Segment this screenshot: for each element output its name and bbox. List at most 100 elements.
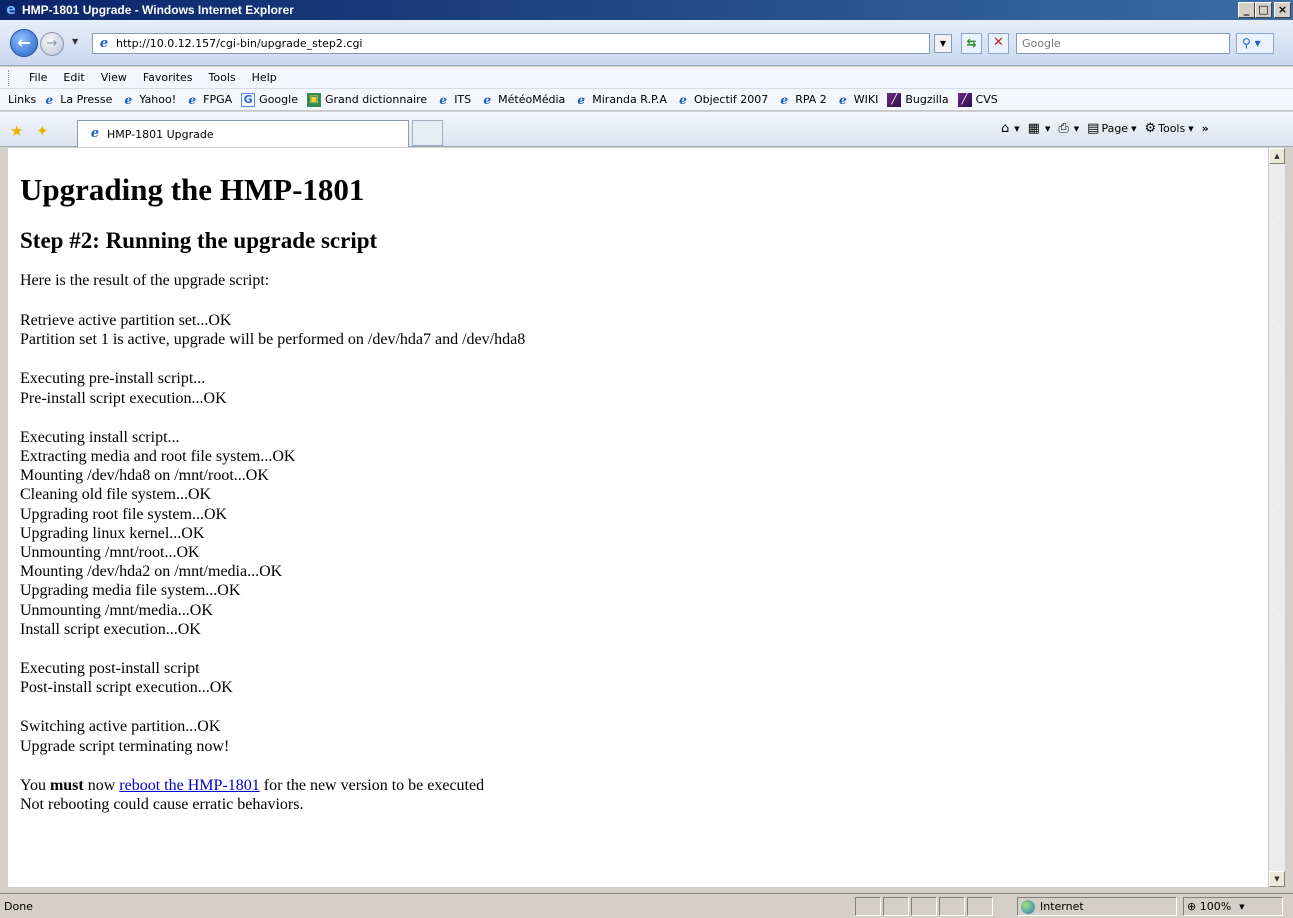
home-button[interactable]: ⌂ ▼ (1001, 121, 1020, 136)
window-controls: _ □ × (1238, 2, 1291, 18)
minimize-button[interactable]: _ (1238, 2, 1255, 18)
link-meteomedia[interactable]: e MétéoMédia (480, 93, 565, 107)
ie-page-icon: e (124, 92, 133, 107)
text-you: You (20, 776, 46, 794)
status-bar: Done Internet ⊕ 100% ▼ (0, 893, 1293, 918)
zoom-control[interactable]: ⊕ 100% ▼ (1183, 897, 1283, 916)
text-now: now (87, 776, 116, 794)
link-bugzilla[interactable]: ╱ Bugzilla (887, 92, 949, 107)
forward-button[interactable]: → (40, 32, 64, 56)
output-line: Executing install script... (20, 428, 180, 446)
add-favorite-icon[interactable]: ✦ (36, 122, 49, 140)
ie-page-icon: e (838, 92, 847, 107)
links-label: Links (8, 93, 37, 106)
zoom-dropdown-icon: ▼ (1239, 902, 1245, 911)
search-input[interactable]: Google (1016, 33, 1230, 54)
link-grand-dictionnaire[interactable]: ▣ Grand dictionnaire (306, 92, 428, 107)
feeds-button[interactable]: ▦ ▼ (1028, 121, 1051, 136)
back-button[interactable]: ← (10, 29, 38, 57)
menu-help[interactable]: Help (244, 71, 285, 84)
page-content: Upgrading the HMP-1801 Step #2: Running … (8, 148, 1268, 887)
link-rpa-2[interactable]: e RPA 2 (777, 92, 826, 107)
status-panels (855, 897, 995, 916)
page-menu-button[interactable]: ▤ Page ▼ (1087, 121, 1136, 136)
address-url[interactable]: http://10.0.12.157/cgi-bin/upgrade_step2… (116, 37, 362, 50)
menu-view[interactable]: View (93, 71, 135, 84)
output-line: Executing pre-install script... (20, 370, 206, 388)
stop-button[interactable]: ✕ (988, 33, 1009, 54)
link-label: CVS (975, 93, 998, 106)
new-tab-button[interactable] (412, 120, 443, 146)
menu-bar: File Edit View Favorites Tools Help (0, 67, 1293, 89)
output-line: Switching active partition...OK (20, 718, 221, 736)
menu-favorites[interactable]: Favorites (135, 71, 201, 84)
output-line: Upgrading linux kernel...OK (20, 524, 205, 542)
ie-page-icon: e (780, 92, 789, 107)
menu-edit[interactable]: Edit (55, 71, 92, 84)
address-bar[interactable]: e http://10.0.12.157/cgi-bin/upgrade_ste… (92, 33, 930, 54)
page-icon: e (99, 35, 109, 51)
link-label: Bugzilla (905, 93, 949, 106)
text-rest: for the new version to be executed (263, 776, 485, 794)
more-commands-button[interactable]: » (1202, 122, 1209, 135)
output-block: Executing post-install script Post-instal… (20, 659, 1256, 697)
status-panel (967, 897, 993, 916)
link-google[interactable]: G Google (241, 92, 298, 107)
link-label: Yahoo! (139, 93, 177, 106)
home-icon: ⌂ (1001, 121, 1010, 136)
security-zone[interactable]: Internet (1017, 897, 1177, 916)
link-cvs[interactable]: ╱ CVS (957, 92, 998, 107)
ie-page-icon: e (577, 92, 586, 107)
close-button[interactable]: × (1274, 2, 1291, 18)
output-line: Retrieve active partition set...OK (20, 312, 232, 329)
link-label: Grand dictionnaire (324, 93, 428, 106)
link-yahoo[interactable]: e Yahoo! (121, 92, 177, 107)
link-label: Miranda R.P.A (592, 93, 667, 106)
ie-page-icon: e (483, 92, 491, 107)
menu-file[interactable]: File (21, 71, 55, 84)
output-line: Cleaning old file system...OK (20, 486, 212, 504)
menu-tools[interactable]: Tools (201, 71, 244, 84)
rss-icon: ▦ (1027, 121, 1040, 136)
address-dropdown-button[interactable]: ▼ (934, 34, 952, 53)
ie-logo-icon: e (6, 2, 16, 18)
output-line: Install script execution...OK (20, 620, 201, 638)
tab-hmp-1801-upgrade[interactable]: e HMP-1801 Upgrade (77, 120, 409, 147)
link-its[interactable]: e ITS (436, 93, 471, 107)
refresh-button[interactable]: ⇆ (961, 33, 982, 54)
recent-pages-dropdown[interactable]: ▼ (72, 37, 78, 46)
output-line: Upgrading media file system...OK (20, 582, 241, 600)
vertical-scrollbar[interactable]: ▲ ▼ (1268, 148, 1285, 887)
link-label: MétéoMédia (498, 93, 566, 106)
output-line: Unmounting /mnt/media...OK (20, 601, 213, 619)
output-line: Extracting media and root file system...… (20, 448, 296, 466)
link-la-presse[interactable]: e La Presse (42, 93, 112, 107)
link-miranda-rpa[interactable]: e Miranda R.P.A (574, 93, 667, 107)
output-line: Post-install script execution...OK (20, 679, 233, 697)
link-fpga[interactable]: e FPGA (185, 93, 232, 107)
zoom-level: 100% (1199, 900, 1232, 913)
output-line: Partition set 1 is active, upgrade will … (20, 331, 526, 349)
scroll-up-button[interactable]: ▲ (1269, 148, 1285, 164)
link-label: La Presse (60, 93, 113, 106)
scroll-down-button[interactable]: ▼ (1269, 871, 1285, 887)
toolbar-grip[interactable] (8, 69, 11, 86)
bugzilla-icon: ╱ (887, 92, 902, 107)
status-panel (939, 897, 965, 916)
link-label: ITS (454, 93, 472, 106)
output-line: Mounting /dev/hda8 on /mnt/root...OK (20, 467, 269, 485)
output-line: Unmounting /mnt/root...OK (20, 544, 200, 562)
print-button[interactable]: ⎙ ▼ (1058, 121, 1079, 136)
globe-icon (1021, 899, 1035, 914)
output-line: Upgrade script terminating now! (20, 737, 230, 755)
link-objectif-2007[interactable]: e Objectif 2007 (676, 93, 768, 107)
status-panel (855, 897, 881, 916)
reboot-link[interactable]: reboot the HMP-1801 (119, 777, 259, 794)
link-wiki[interactable]: e WIKI (836, 92, 878, 107)
search-button[interactable]: ⚲ ▾ (1236, 33, 1274, 54)
tools-menu-button[interactable]: ⚙ Tools ▼ (1144, 121, 1193, 136)
tab-bar: ★ ✦ e HMP-1801 Upgrade ⌂ ▼ ▦ ▼ ⎙ ▼ ▤ Page ▼ ⚙… (0, 112, 1293, 147)
favorites-center-icon[interactable]: ★ (10, 122, 23, 140)
reboot-warning: Not rebooting could cause erratic behavi… (20, 796, 304, 814)
maximize-button[interactable]: □ (1255, 2, 1272, 18)
